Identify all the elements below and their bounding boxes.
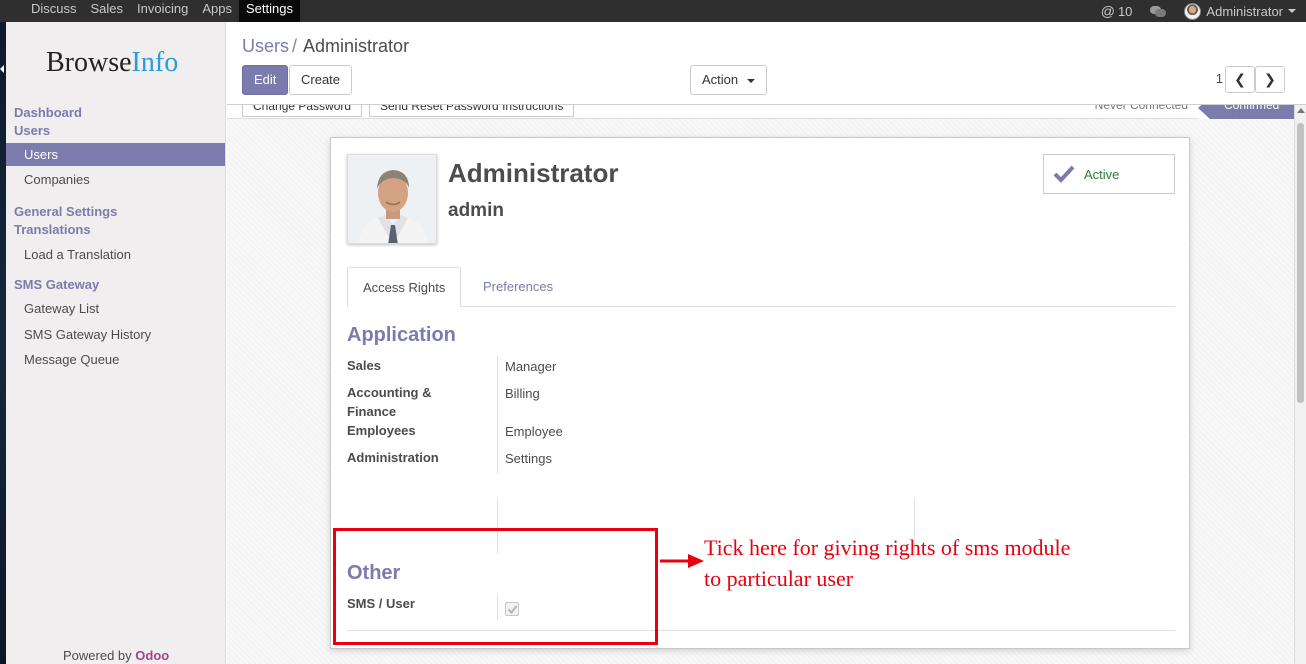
field-label-sales: Sales xyxy=(347,358,381,373)
annotation-line-2: to particular user xyxy=(704,566,854,591)
create-button[interactable]: Create xyxy=(289,65,353,95)
avatar xyxy=(1184,2,1202,20)
annotation-line-1: Tick here for giving rights of sms modul… xyxy=(704,535,1071,560)
company-logo: BrowseInfo xyxy=(46,47,178,79)
active-label: Active xyxy=(1084,167,1120,182)
sidebar: BrowseInfo Dashboard Users Users Compani… xyxy=(6,22,226,664)
app-menu: Discuss Sales Invoicing Apps Settings xyxy=(24,0,300,22)
checkmark-icon xyxy=(1053,165,1075,183)
annotation-highlight-box xyxy=(333,528,658,645)
pager-previous-button[interactable]: ❮ xyxy=(1225,66,1255,93)
logo-text-info: Info xyxy=(131,47,179,78)
collapse-arrow-icon[interactable] xyxy=(0,65,4,73)
menu-discuss[interactable]: Discuss xyxy=(24,0,84,22)
tab-access-rights[interactable]: Access Rights xyxy=(347,267,462,307)
sidebar-item-message-queue[interactable]: Message Queue xyxy=(6,348,225,371)
pager-next-button[interactable]: ❯ xyxy=(1255,66,1285,93)
chevron-left-icon: ❮ xyxy=(1234,71,1246,87)
breadcrumb-users[interactable]: Users xyxy=(242,36,289,56)
form-statusbar: Change Password Send Reset Password Inst… xyxy=(227,105,1294,119)
annotation-text: Tick here for giving rights of sms modul… xyxy=(704,532,1124,594)
sidebar-header-sms-gateway[interactable]: SMS Gateway xyxy=(14,277,99,292)
sidebar-item-companies[interactable]: Companies xyxy=(6,168,225,191)
breadcrumb-current: Administrator xyxy=(303,36,410,56)
field-label-employees: Employees xyxy=(347,423,416,438)
top-navbar: Discuss Sales Invoicing Apps Settings @ … xyxy=(0,0,1306,22)
menu-settings[interactable]: Settings xyxy=(239,0,300,22)
user-menu[interactable]: Administrator xyxy=(1184,0,1296,22)
notebook-tabs: Access Rights Preferences xyxy=(347,267,1175,307)
field-value-accounting[interactable]: Billing xyxy=(505,386,540,401)
annotation-arrow-icon xyxy=(660,554,704,568)
mentions-button[interactable]: @ 10 xyxy=(1101,0,1133,22)
chat-bubbles-icon xyxy=(1150,5,1167,17)
field-label-finance: Finance xyxy=(347,404,397,419)
sidebar-header-dashboard[interactable]: Dashboard xyxy=(14,105,82,120)
send-reset-password-button[interactable]: Send Reset Password Instructions xyxy=(369,105,575,117)
at-sign-icon: @ xyxy=(1100,3,1115,19)
sidebar-item-users[interactable]: Users xyxy=(6,143,225,166)
field-divider xyxy=(497,356,498,474)
user-name[interactable]: Administrator xyxy=(448,158,618,189)
messaging-button[interactable] xyxy=(1150,0,1167,22)
breadcrumb-separator: / xyxy=(292,36,298,56)
odoo-link[interactable]: Odoo xyxy=(135,648,169,663)
stage-confirmed[interactable]: Confirmed xyxy=(1198,105,1294,119)
action-label: Action xyxy=(702,72,739,87)
sidebar-header-general-settings[interactable]: General Settings xyxy=(14,204,117,219)
powered-by: Powered by Odoo xyxy=(63,648,169,663)
caret-down-icon xyxy=(1288,9,1296,13)
menu-sales[interactable]: Sales xyxy=(84,0,131,22)
change-password-button[interactable]: Change Password xyxy=(242,105,363,117)
breadcrumb: Users / Administrator xyxy=(242,36,409,57)
sidebar-item-gateway-history[interactable]: SMS Gateway History xyxy=(6,323,225,346)
menu-invoicing[interactable]: Invoicing xyxy=(130,0,195,22)
logo-text-browse: Browse xyxy=(46,47,132,78)
vertical-scrollbar[interactable] xyxy=(1294,105,1306,664)
sidebar-item-load-translation[interactable]: Load a Translation xyxy=(6,243,225,266)
active-toggle-button[interactable]: Active xyxy=(1043,154,1175,194)
action-dropdown[interactable]: Action xyxy=(690,65,768,95)
application-section-title: Application xyxy=(347,324,456,346)
mentions-count: 10 xyxy=(1117,3,1133,19)
user-login[interactable]: admin xyxy=(448,200,504,222)
field-value-sales[interactable]: Manager xyxy=(505,359,556,374)
field-value-employees[interactable]: Employee xyxy=(505,424,563,439)
sidebar-item-gateway-list[interactable]: Gateway List xyxy=(6,297,225,320)
stage-never-connected[interactable]: Never Connected xyxy=(1081,105,1202,119)
user-photo[interactable] xyxy=(347,154,437,244)
tab-preferences[interactable]: Preferences xyxy=(468,267,568,307)
powered-by-text: Powered by xyxy=(63,648,132,663)
control-panel: Users / Administrator Edit Create Action 1… xyxy=(227,22,1306,105)
field-label-administration: Administration xyxy=(347,450,439,465)
field-value-administration[interactable]: Settings xyxy=(505,451,552,466)
user-menu-name: Administrator xyxy=(1206,3,1283,19)
chevron-right-icon: ❯ xyxy=(1264,71,1276,87)
scrollbar-thumb[interactable] xyxy=(1297,123,1304,403)
sidebar-header-users[interactable]: Users xyxy=(14,123,50,138)
edit-button[interactable]: Edit xyxy=(242,65,289,95)
navbar-systray: @ 10 Administrator xyxy=(1101,0,1306,22)
menu-apps[interactable]: Apps xyxy=(195,0,239,22)
sidebar-header-translations[interactable]: Translations xyxy=(14,222,91,237)
caret-down-icon xyxy=(747,79,756,83)
scroll-up-arrow-icon[interactable] xyxy=(1297,108,1305,113)
field-label-accounting: Accounting & xyxy=(347,385,432,400)
portrait-image xyxy=(348,155,436,243)
